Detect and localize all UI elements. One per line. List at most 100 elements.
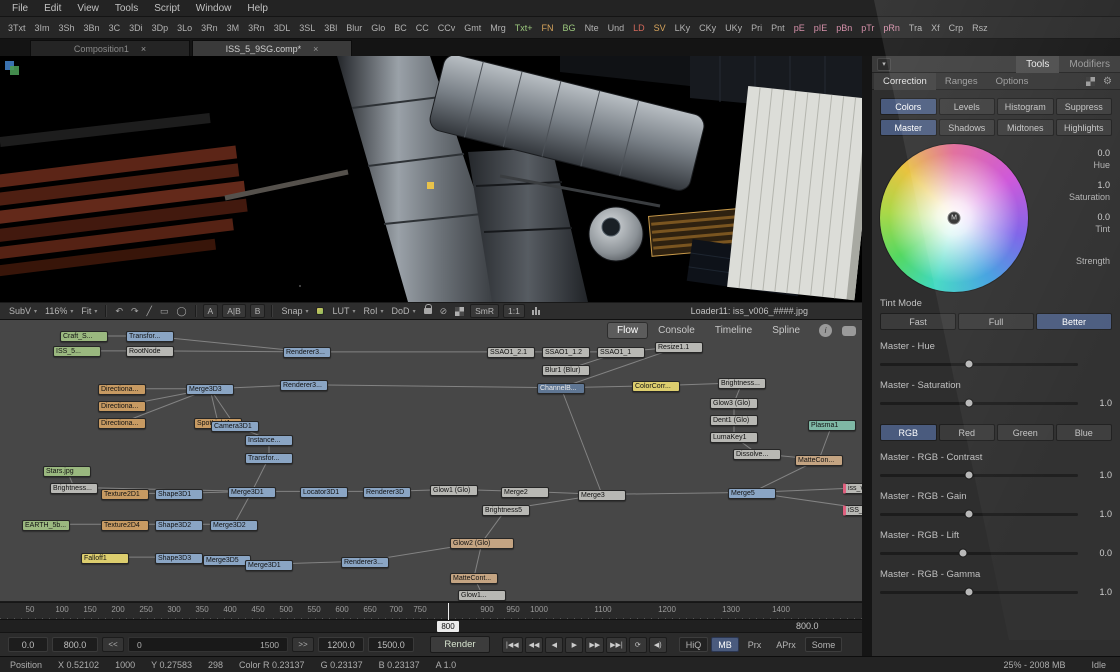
node-texture2d1[interactable]: Texture2D1 [101, 489, 149, 500]
pen-icon[interactable]: ╱ [144, 306, 155, 317]
tab-iss-5-9sg-comp[interactable]: ISS_5_9SG.comp*× [192, 40, 352, 56]
node-rootnode[interactable]: RootNode [126, 346, 174, 357]
collapse-button[interactable]: ▾ [877, 58, 891, 71]
view-ab-button[interactable]: A|B [222, 304, 246, 318]
param-value[interactable]: 1.0 [1034, 180, 1110, 190]
node-ssao1-2-1[interactable]: SSAO1_2.1 [487, 347, 535, 358]
tool-sv[interactable]: SV [650, 21, 670, 35]
tint-fast[interactable]: Fast [880, 313, 956, 330]
slider-value[interactable]: 1.0 [1084, 587, 1112, 597]
mode-levels[interactable]: Levels [939, 98, 996, 115]
tool-txt[interactable]: Txt+ [511, 21, 537, 35]
slider-handle[interactable] [959, 549, 968, 558]
tab-modifiers[interactable]: Modifiers [1059, 56, 1120, 73]
rect-tool-icon[interactable]: ▭ [157, 306, 172, 317]
param-value[interactable]: 0.0 [1034, 212, 1110, 222]
lock-icon[interactable] [421, 308, 435, 314]
node-merge2[interactable]: Merge2 [501, 487, 549, 498]
node-iss-v006[interactable]: iSS_v006... [843, 505, 862, 516]
color-wheel[interactable]: M [880, 144, 1028, 292]
tool-3rn[interactable]: 3Rn [244, 21, 269, 35]
audio-bars-icon[interactable] [528, 307, 544, 315]
tool-prn[interactable]: pRn [879, 21, 904, 35]
param-value[interactable] [1034, 244, 1110, 254]
gear-icon[interactable]: ⚙ [1103, 76, 1112, 87]
slider-handle[interactable] [965, 510, 974, 519]
node-shape3d1[interactable]: Shape3D1 [155, 489, 203, 500]
node-shape3d3[interactable]: Shape3D3 [155, 553, 203, 564]
tool-ptr[interactable]: pTr [857, 21, 878, 35]
node-transfor[interactable]: Transfor... [245, 453, 293, 464]
node-mattecont[interactable]: MatteCont... [450, 573, 498, 584]
slider-value[interactable]: 0.0 [1084, 548, 1112, 558]
zoom-level-selector[interactable]: 116%▾ [42, 306, 76, 316]
go-end-button[interactable]: ▶▶| [606, 637, 627, 653]
viewer[interactable] [0, 56, 862, 302]
menu-view[interactable]: View [69, 0, 107, 17]
tool-3im[interactable]: 3Im [31, 21, 54, 35]
slider-handle[interactable] [965, 588, 974, 597]
node-channelb[interactable]: ChannelB... [537, 383, 585, 394]
range-rewind-button[interactable]: << [102, 637, 124, 652]
node-resize1-1[interactable]: Resize1.1 [655, 342, 703, 353]
node-texture2d4[interactable]: Texture2D4 [101, 520, 149, 531]
slider-track[interactable] [880, 363, 1078, 366]
rotate-left-icon[interactable]: ↶ [112, 306, 126, 317]
tool-3m[interactable]: 3M [223, 21, 244, 35]
menu-file[interactable]: File [4, 0, 36, 17]
quality-prx[interactable]: Prx [742, 637, 768, 652]
checker-icon[interactable] [452, 307, 467, 316]
flow-editor[interactable]: Craft_S...Transfor...ISS_5...RootNodeRen… [0, 320, 862, 602]
channel-green[interactable]: Green [997, 424, 1054, 441]
menu-help[interactable]: Help [239, 0, 276, 17]
close-icon[interactable]: × [141, 44, 146, 54]
tool-lky[interactable]: LKy [671, 21, 695, 35]
subtab-options[interactable]: Options [987, 73, 1038, 90]
slider-track[interactable] [880, 591, 1078, 594]
node-locator3d1[interactable]: Locator3D1 [300, 487, 348, 498]
tool-tra[interactable]: Tra [905, 21, 926, 35]
play-button[interactable]: ▶ [565, 637, 583, 653]
comment-icon[interactable] [842, 326, 856, 336]
menu-window[interactable]: Window [188, 0, 240, 17]
slider-handle[interactable] [965, 399, 974, 408]
wheel-marker[interactable]: M [948, 212, 961, 225]
snap-selector[interactable]: Snap▾ [278, 306, 311, 316]
fast-forward-button[interactable]: ▶▶ [585, 637, 604, 653]
tool-pbn[interactable]: pBn [832, 21, 856, 35]
slider-handle[interactable] [965, 471, 974, 480]
slider-value[interactable] [1084, 359, 1112, 369]
tool-glo[interactable]: Glo [367, 21, 389, 35]
quality-some[interactable]: Some [805, 637, 843, 652]
roi-selector[interactable]: RoI▾ [361, 306, 387, 316]
disable-icon[interactable]: ⊘ [437, 306, 451, 317]
node-instance[interactable]: Instance... [245, 435, 293, 446]
tab-composition1[interactable]: Composition1× [30, 40, 190, 56]
tool-3di[interactable]: 3Di [125, 21, 147, 35]
tab-tools[interactable]: Tools [1016, 56, 1059, 73]
flow-tab-spline[interactable]: Spline [763, 323, 809, 338]
menu-script[interactable]: Script [146, 0, 188, 17]
channel-blue[interactable]: Blue [1056, 424, 1113, 441]
mode-suppress[interactable]: Suppress [1056, 98, 1113, 115]
param-value[interactable]: 0.0 [1034, 148, 1110, 158]
mode-histogram[interactable]: Histogram [997, 98, 1054, 115]
slider-value[interactable]: 1.0 [1084, 509, 1112, 519]
view-a-button[interactable]: A [203, 304, 219, 318]
range-midtones[interactable]: Midtones [997, 119, 1054, 136]
checker-icon[interactable] [1086, 77, 1095, 86]
node-renderer3[interactable]: Renderer3... [341, 557, 389, 568]
node-directiona[interactable]: Directiona... [98, 418, 146, 429]
tool-3bl[interactable]: 3Bl [320, 21, 341, 35]
tool-uky[interactable]: UKy [721, 21, 746, 35]
tool-3sl[interactable]: 3SL [295, 21, 319, 35]
tool-cky[interactable]: CKy [695, 21, 720, 35]
smr-button[interactable]: SmR [470, 304, 499, 318]
tool-nte[interactable]: Nte [581, 21, 603, 35]
menu-tools[interactable]: Tools [107, 0, 146, 17]
node-dissolve[interactable]: Dissolve... [733, 449, 781, 460]
flow-tab-flow[interactable]: Flow [608, 323, 647, 338]
tool-3rn[interactable]: 3Rn [197, 21, 222, 35]
loop-button[interactable]: ⟳ [629, 637, 647, 653]
tool-3txt[interactable]: 3Txt [4, 21, 30, 35]
